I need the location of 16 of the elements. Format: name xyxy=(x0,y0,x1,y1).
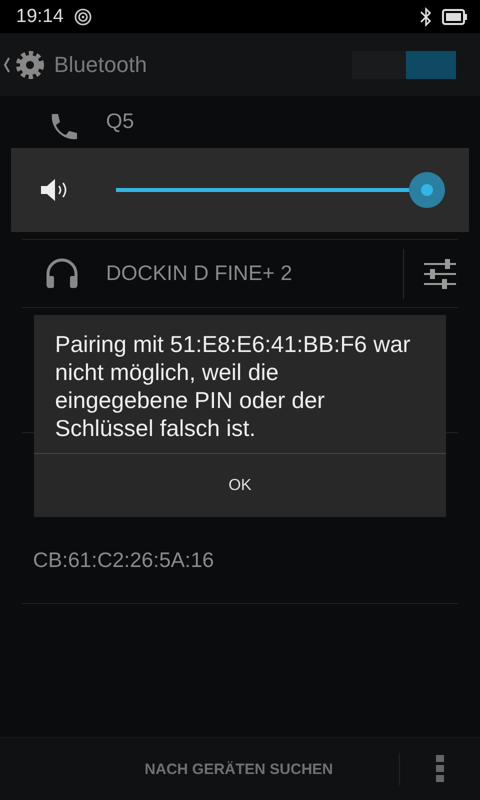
device-name[interactable]: Q5 xyxy=(106,110,134,134)
toggle-switch[interactable] xyxy=(352,50,456,78)
device-name[interactable]: CB:61:C2:26:5A:16 xyxy=(33,549,214,573)
sliders-icon[interactable] xyxy=(422,258,458,290)
dialog-message: Pairing mit 51:E8:E6:41:BB:F6 war nicht möglich, weil die eingegebene PIN oder der Schlüssel falsch ist. xyxy=(34,315,446,454)
bluetooth-icon xyxy=(420,6,432,26)
scan-button[interactable]: NACH GERÄTEN SUCHEN xyxy=(144,760,333,778)
overflow-menu-icon[interactable] xyxy=(436,755,444,783)
speaker-icon xyxy=(39,177,69,203)
volume-slider[interactable] xyxy=(116,172,445,208)
clock: 19:14 xyxy=(16,6,64,28)
screen-title: Bluetooth xyxy=(54,52,147,78)
spiral-icon xyxy=(74,8,92,26)
device-name[interactable]: DOCKIN D FINE+ 2 xyxy=(106,262,292,286)
ok-button[interactable]: OK xyxy=(34,454,446,517)
battery-icon xyxy=(442,8,468,24)
